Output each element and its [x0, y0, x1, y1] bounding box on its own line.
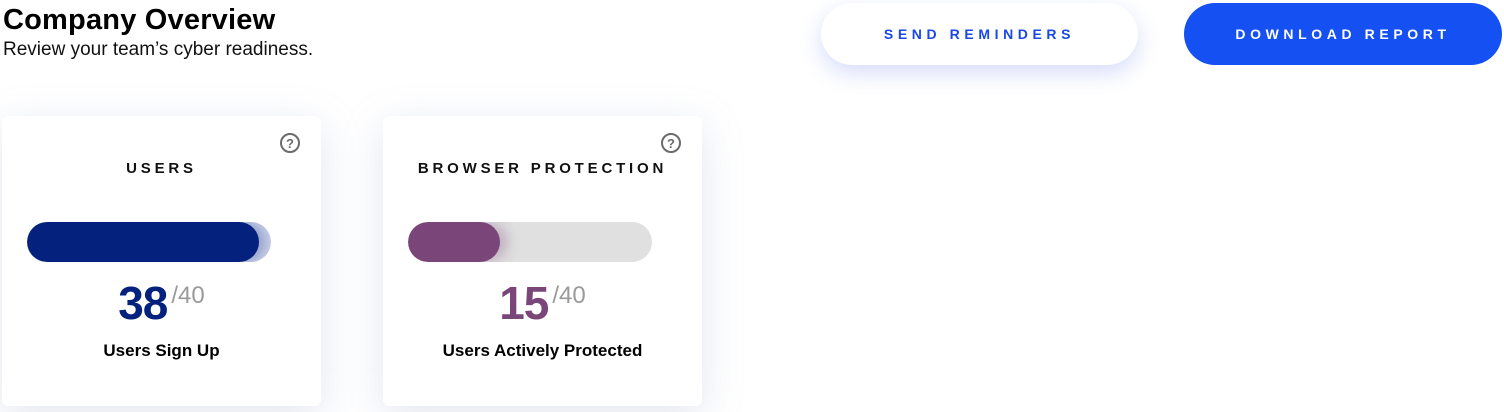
download-report-button[interactable]: DOWNLOAD REPORT [1184, 3, 1502, 65]
browser-protection-stat: 15/40 [383, 276, 702, 330]
users-stat: 38/40 [2, 276, 321, 330]
browser-protection-card: ? BROWSER PROTECTION 15/40 Users Activel… [383, 116, 702, 406]
stat-value: 15 [499, 277, 549, 329]
company-overview-page: Company Overview Review your team’s cybe… [0, 0, 1504, 412]
stat-total: /40 [171, 282, 205, 309]
browser-protection-progress-bar [408, 222, 652, 262]
send-reminders-button[interactable]: SEND REMINDERS [821, 3, 1138, 65]
users-progress-bar [27, 222, 271, 262]
users-progress-fill [27, 222, 259, 262]
page-subtitle: Review your team’s cyber readiness. [3, 39, 314, 60]
card-label: Users Sign Up [103, 341, 220, 360]
question-circle-icon[interactable]: ? [280, 133, 300, 153]
stat-value: 38 [118, 277, 168, 329]
card-title: USERS [126, 160, 197, 177]
page-title: Company Overview [3, 4, 276, 36]
browser-protection-progress-fill [408, 222, 500, 262]
question-circle-icon[interactable]: ? [661, 133, 681, 153]
card-title: BROWSER PROTECTION [417, 160, 668, 177]
stat-total: /40 [552, 282, 586, 309]
card-label: Users Actively Protected [442, 341, 643, 360]
users-card: ? USERS 38/40 Users Sign Up [2, 116, 321, 406]
